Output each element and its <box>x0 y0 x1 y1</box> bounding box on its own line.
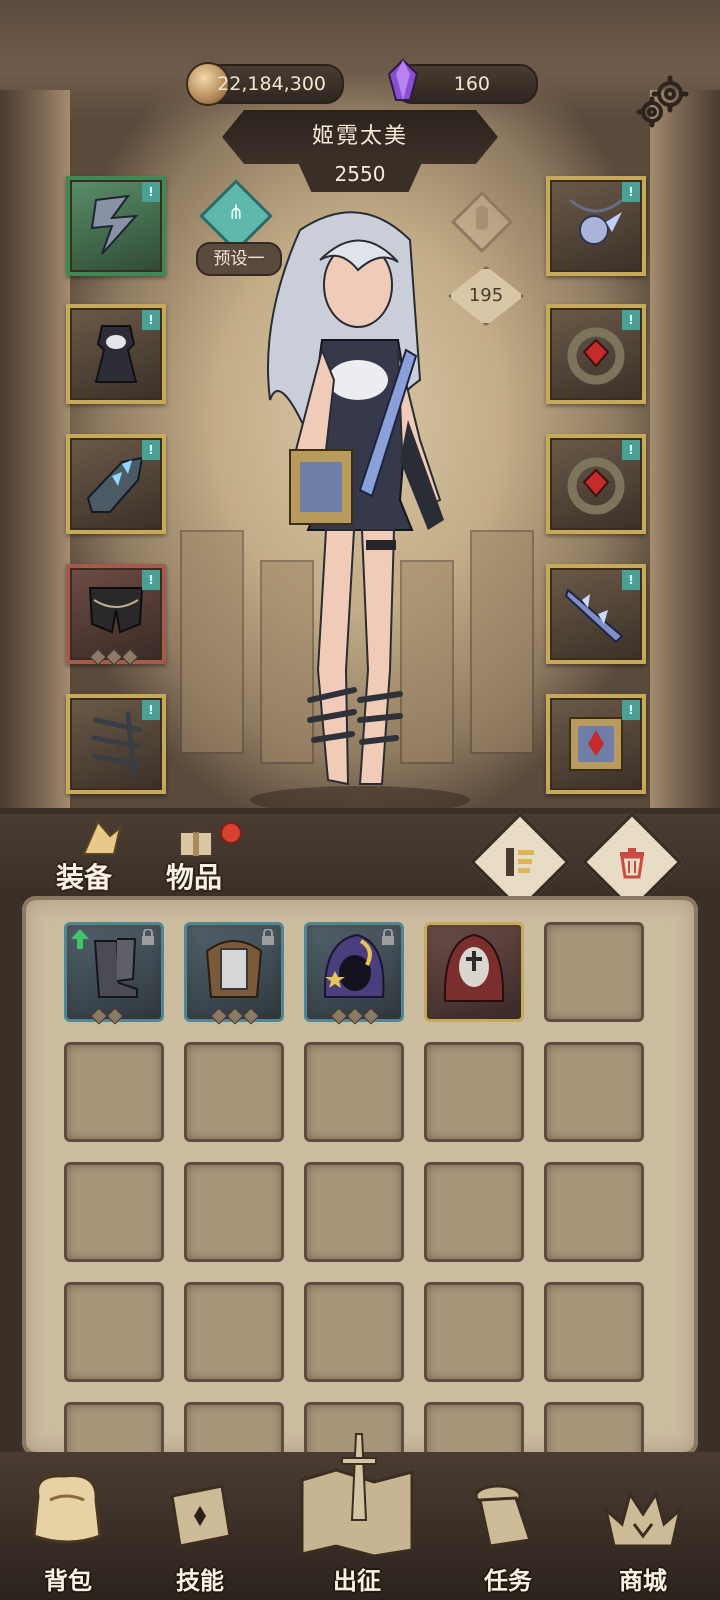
armor-icon <box>205 940 263 998</box>
nav-expedition[interactable]: 出征 <box>282 1430 432 1596</box>
nav-bag-label: 背包 <box>44 1567 92 1595</box>
equip-slot-offhand[interactable]: ! <box>546 694 646 794</box>
inventory-slot-boots[interactable] <box>64 922 164 1025</box>
inventory-slot-empty[interactable] <box>544 1162 644 1262</box>
purple-gem-icon <box>387 58 419 101</box>
gold-counter[interactable]: 22,184,300 <box>186 62 344 106</box>
inventory-slot-hood[interactable] <box>304 922 404 1025</box>
equip-slot-pants[interactable]: ! <box>66 564 166 666</box>
inventory-slot-armor[interactable] <box>184 922 284 1025</box>
crystal-sword-icon <box>564 588 624 644</box>
inventory-slot-empty[interactable] <box>424 1162 524 1262</box>
slot-marker-icon: ! <box>622 182 640 202</box>
gem-amount: 160 <box>453 73 490 95</box>
nav-quests-label: 任务 <box>484 1567 532 1595</box>
notification-dot <box>220 822 242 844</box>
star-pips <box>89 648 146 666</box>
slot-marker-icon: ! <box>142 440 160 460</box>
equip-slot-ring-1[interactable]: ! <box>546 304 646 404</box>
slot-marker-icon: ! <box>622 700 640 720</box>
inventory-slot-empty[interactable] <box>304 1162 404 1262</box>
nav-quests[interactable]: 任务 <box>458 1460 558 1596</box>
inventory-slot-empty[interactable] <box>184 1162 284 1262</box>
slot-marker-icon: ! <box>142 182 160 202</box>
inventory-slot-empty[interactable] <box>544 1042 644 1142</box>
dress-armor-icon <box>94 325 138 383</box>
equipment-tab-icon <box>82 820 122 855</box>
serpent-ring-icon <box>567 327 625 385</box>
star-pips <box>90 1007 147 1025</box>
inventory-slot-empty[interactable] <box>544 1282 644 1382</box>
slot-marker-icon: ! <box>142 700 160 720</box>
character-name: 姬霓太美 <box>222 110 498 164</box>
skill-book-icon <box>170 1484 232 1548</box>
slot-marker-icon: ! <box>142 570 160 590</box>
equip-slot-skill[interactable]: ! <box>66 176 166 276</box>
inventory-slot-nun-hood[interactable] <box>424 922 524 1022</box>
equip-slot-legs[interactable]: ! <box>66 694 166 794</box>
sort-icon <box>506 848 534 876</box>
gem-counter[interactable]: 160 <box>387 58 538 104</box>
inventory-slot-empty[interactable] <box>304 1042 404 1142</box>
inventory-slot-empty[interactable] <box>64 1282 164 1382</box>
equip-slot-ring-2[interactable]: ! <box>546 434 646 534</box>
nun-hood-icon <box>443 933 505 1002</box>
bone-greaves-icon <box>91 711 143 777</box>
nav-shop-label: 商城 <box>619 1567 667 1595</box>
inventory-slot-empty[interactable] <box>424 1282 524 1382</box>
inventory-slot-empty[interactable] <box>184 1282 284 1382</box>
gift-box-icon <box>179 824 213 857</box>
inventory-slot-empty[interactable] <box>544 922 644 1022</box>
star-pips <box>330 1007 387 1025</box>
equip-slot-weapon[interactable]: ! <box>546 564 646 664</box>
nav-skills-label: 技能 <box>176 1567 224 1595</box>
nav-expedition-label: 出征 <box>333 1567 381 1595</box>
tab-equipment[interactable]: 装备 <box>56 856 112 896</box>
quest-scroll-icon <box>474 1484 532 1548</box>
equip-slot-necklace[interactable]: ! <box>546 176 646 276</box>
settings-gear-icon[interactable] <box>636 72 692 128</box>
character-portrait <box>250 211 470 814</box>
equip-slot-armor[interactable]: ! <box>66 304 166 404</box>
boots-icon <box>93 938 138 998</box>
trash-icon <box>620 848 644 879</box>
serpent-ring-icon <box>567 457 625 515</box>
shorts-icon <box>88 587 144 634</box>
inventory-slot-empty[interactable] <box>424 1042 524 1142</box>
slot-marker-icon: ! <box>622 310 640 330</box>
slot-marker-icon: ! <box>622 570 640 590</box>
hood-icon <box>323 933 385 998</box>
nav-bag[interactable]: 背包 <box>10 1460 126 1596</box>
spellbook-icon <box>569 717 623 771</box>
character-power: 2550 <box>296 158 424 192</box>
nav-skills[interactable]: 技能 <box>150 1460 250 1596</box>
inventory-slot-empty[interactable] <box>64 1162 164 1262</box>
game-screen: 22,184,300 160 姬霓太美 2550 ⋔ 预设一 195 ! ! !… <box>0 0 720 1600</box>
expedition-map-icon <box>300 1433 414 1556</box>
shop-crown-icon <box>603 1490 683 1548</box>
tab-items[interactable]: 物品 <box>166 856 222 896</box>
inventory-slot-empty[interactable] <box>64 1042 164 1142</box>
necklace-icon <box>569 198 623 245</box>
inventory-slot-empty[interactable] <box>304 1282 404 1382</box>
nav-shop[interactable]: 商城 <box>588 1460 698 1596</box>
star-pips <box>210 1007 267 1025</box>
slot-marker-icon: ! <box>622 440 640 460</box>
crystal-glove-icon <box>86 456 144 513</box>
lightning-claw-icon <box>90 194 139 255</box>
equip-slot-gloves[interactable]: ! <box>66 434 166 534</box>
gold-amount: 22,184,300 <box>217 73 326 95</box>
slot-marker-icon: ! <box>142 310 160 330</box>
backpack-icon <box>32 1474 102 1544</box>
inventory-slot-empty[interactable] <box>184 1042 284 1142</box>
